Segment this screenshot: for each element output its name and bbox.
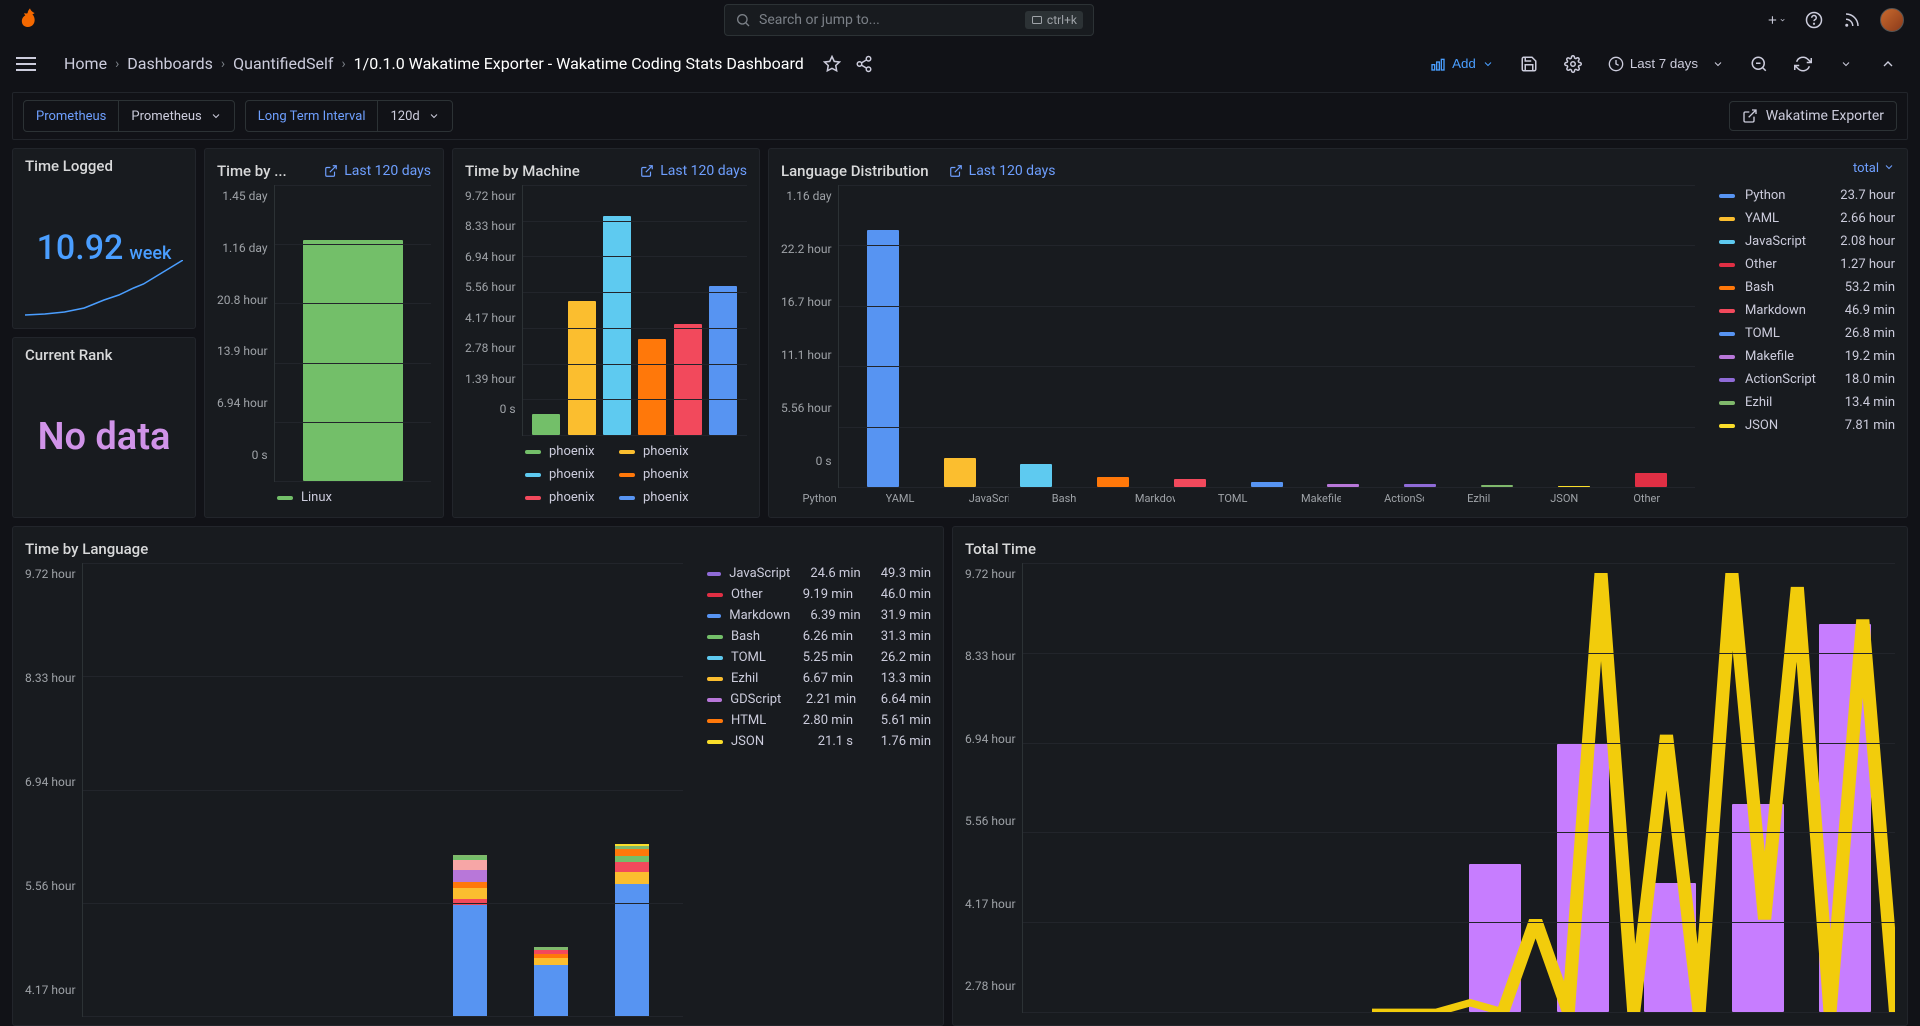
var-interval[interactable]: Long Term Interval 120d bbox=[245, 100, 453, 132]
bar[interactable] bbox=[1635, 473, 1667, 487]
legend-row[interactable]: Markdown46.9 min bbox=[1719, 299, 1895, 322]
crumb-title[interactable]: 1/0.1.0 Wakatime Exporter - Wakatime Cod… bbox=[354, 54, 804, 73]
legend-item[interactable]: phoenix bbox=[619, 490, 699, 505]
news-icon[interactable] bbox=[1842, 10, 1862, 30]
legend-row[interactable]: Other1.27 hour bbox=[1719, 253, 1895, 276]
panel-link[interactable]: Last 120 days bbox=[324, 163, 431, 179]
settings-button[interactable] bbox=[1556, 48, 1590, 80]
search-kbd: ctrl+k bbox=[1025, 11, 1083, 29]
panel-link[interactable]: Last 120 days bbox=[949, 163, 1056, 179]
save-button[interactable] bbox=[1512, 48, 1546, 80]
line-overlay bbox=[1023, 563, 1895, 1012]
legend-row[interactable]: YAML2.66 hour bbox=[1719, 207, 1895, 230]
nodata-label: No data bbox=[38, 415, 171, 459]
bar[interactable] bbox=[568, 301, 596, 435]
crumb-folder[interactable]: QuantifiedSelf bbox=[233, 54, 333, 73]
grafana-logo[interactable] bbox=[16, 6, 44, 34]
bar[interactable] bbox=[1097, 477, 1129, 487]
panel-langdist[interactable]: Language Distribution Last 120 days 1.16… bbox=[768, 148, 1908, 518]
bar[interactable] bbox=[709, 286, 737, 435]
legend-row[interactable]: Other9.19 min46.0 min bbox=[707, 584, 931, 605]
crumb-home[interactable]: Home bbox=[64, 54, 107, 73]
sparkline bbox=[25, 260, 183, 320]
panel-link[interactable]: Last 120 days bbox=[640, 163, 747, 179]
panel-timelogged[interactable]: Time Logged 10.92week bbox=[12, 148, 196, 329]
legend-row[interactable]: JSON7.81 min bbox=[1719, 414, 1895, 437]
legend-item[interactable]: Linux bbox=[277, 490, 357, 505]
legend-row[interactable]: JavaScript24.6 min49.3 min bbox=[707, 563, 931, 584]
legend-row[interactable]: HTML2.80 min5.61 min bbox=[707, 710, 931, 731]
help-icon[interactable] bbox=[1804, 10, 1824, 30]
add-button[interactable]: Add bbox=[1422, 48, 1502, 80]
legend-row[interactable]: Ezhil13.4 min bbox=[1719, 391, 1895, 414]
stacked-bar[interactable] bbox=[453, 855, 487, 1016]
stacked-bar[interactable] bbox=[534, 947, 568, 1016]
legend-row[interactable]: TOML26.8 min bbox=[1719, 322, 1895, 345]
refresh-button[interactable] bbox=[1786, 48, 1820, 80]
bar[interactable] bbox=[674, 324, 702, 435]
panel-os[interactable]: Time by ... Last 120 days 1.45 day1.16 d… bbox=[204, 148, 444, 518]
share-icon[interactable] bbox=[854, 54, 874, 74]
legend-item[interactable]: phoenix bbox=[525, 490, 605, 505]
stacked-bar[interactable] bbox=[615, 844, 649, 1016]
legend-row[interactable]: Bash53.2 min bbox=[1719, 276, 1895, 299]
legend-item[interactable]: phoenix bbox=[525, 467, 605, 482]
bar[interactable] bbox=[532, 414, 560, 435]
legend-row[interactable]: GDScript2.21 min6.64 min bbox=[707, 689, 931, 710]
star-icon[interactable] bbox=[822, 54, 842, 74]
bar[interactable] bbox=[603, 216, 631, 435]
legend-row[interactable]: Bash6.26 min31.3 min bbox=[707, 626, 931, 647]
legend-row[interactable]: Makefile19.2 min bbox=[1719, 345, 1895, 368]
bar[interactable] bbox=[867, 230, 899, 487]
legend-row[interactable]: ActionScript18.0 min bbox=[1719, 368, 1895, 391]
menu-toggle[interactable] bbox=[16, 50, 44, 78]
legend-sort[interactable]: total bbox=[1719, 157, 1895, 184]
refresh-interval-button[interactable] bbox=[1830, 48, 1862, 80]
crumb-dashboards[interactable]: Dashboards bbox=[127, 54, 213, 73]
global-search[interactable]: Search or jump to... ctrl+k bbox=[724, 4, 1094, 36]
legend-item[interactable]: phoenix bbox=[619, 467, 699, 482]
legend-row[interactable]: Ezhil6.67 min13.3 min bbox=[707, 668, 931, 689]
legend-item[interactable]: phoenix bbox=[619, 444, 699, 459]
bar[interactable] bbox=[638, 339, 666, 435]
bar[interactable] bbox=[1174, 479, 1206, 487]
legend-row[interactable]: Python23.7 hour bbox=[1719, 184, 1895, 207]
legend-row[interactable]: Markdown6.39 min31.9 min bbox=[707, 605, 931, 626]
panel-rank[interactable]: Current Rank No data bbox=[12, 337, 196, 518]
timerange-button[interactable]: Last 7 days bbox=[1600, 48, 1732, 80]
legend-item[interactable]: phoenix bbox=[525, 444, 605, 459]
kiosk-button[interactable] bbox=[1872, 48, 1904, 80]
external-link[interactable]: Wakatime Exporter bbox=[1729, 101, 1897, 131]
search-placeholder: Search or jump to... bbox=[759, 12, 880, 28]
panel-total-time[interactable]: Total Time 9.72 hour8.33 hour6.94 hour5.… bbox=[952, 526, 1908, 1026]
legend-row[interactable]: JSON21.1 s1.76 min bbox=[707, 731, 931, 752]
panel-machine[interactable]: Time by Machine Last 120 days 9.72 hour8… bbox=[452, 148, 760, 518]
bar[interactable] bbox=[303, 240, 403, 481]
legend-row[interactable]: TOML5.25 min26.2 min bbox=[707, 647, 931, 668]
search-icon bbox=[735, 12, 751, 28]
legend-row[interactable]: JavaScript2.08 hour bbox=[1719, 230, 1895, 253]
bar[interactable] bbox=[944, 458, 976, 487]
panel-time-by-language[interactable]: Time by Language 9.72 hour8.33 hour6.94 … bbox=[12, 526, 944, 1026]
user-avatar[interactable] bbox=[1880, 8, 1904, 32]
bar[interactable] bbox=[1020, 464, 1052, 487]
var-datasource[interactable]: Prometheus Prometheus bbox=[23, 100, 235, 132]
zoomout-button[interactable] bbox=[1742, 48, 1776, 80]
add-menu[interactable] bbox=[1766, 10, 1786, 30]
